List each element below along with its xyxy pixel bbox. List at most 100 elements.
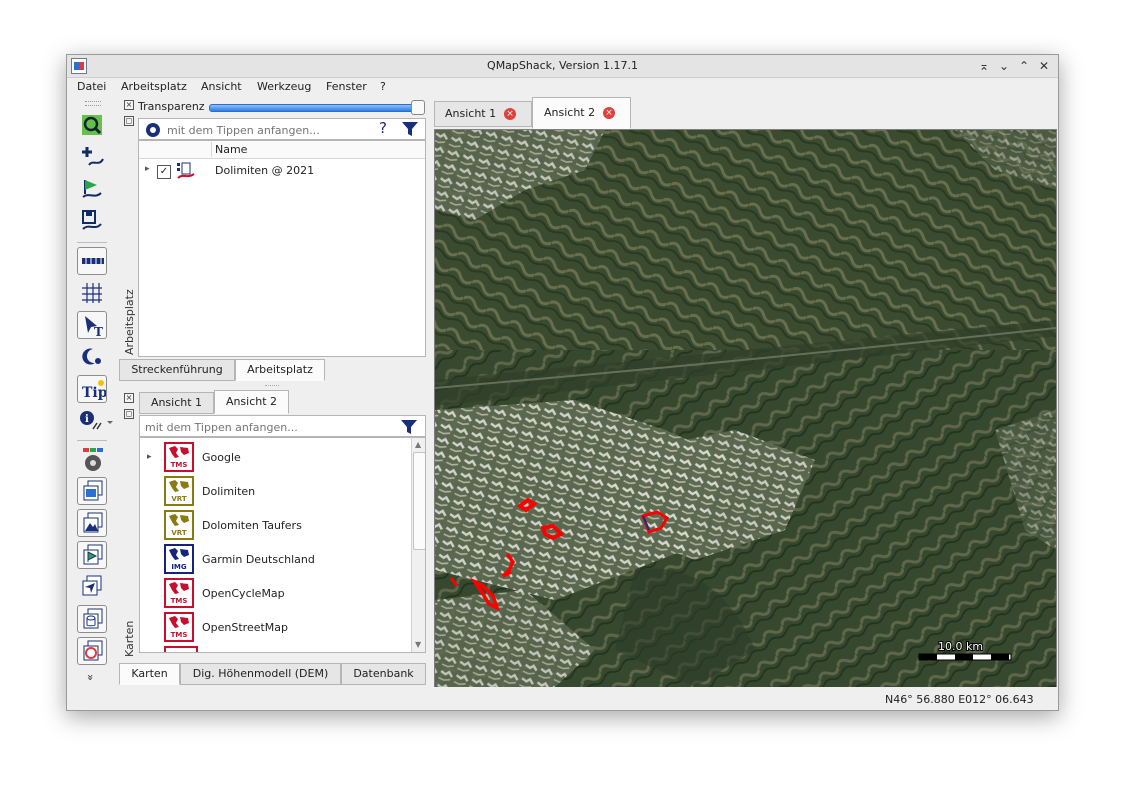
- menu-bar: Datei Arbeitsplatz Ansicht Werkzeug Fens…: [67, 77, 1058, 97]
- tab-datenbank[interactable]: Datenbank: [341, 663, 426, 685]
- expand-arrow-icon[interactable]: ▸: [147, 452, 152, 462]
- minimize-button[interactable]: ⌄: [995, 57, 1013, 75]
- map-label: Google: [202, 451, 241, 464]
- map-type-icon: TMS: [164, 578, 194, 608]
- transparency-slider[interactable]: [209, 104, 423, 112]
- satellite-map[interactable]: 10.0 km: [435, 130, 1056, 687]
- maps-list-scrollbar[interactable]: ▲ ▼: [411, 438, 425, 652]
- tip-icon[interactable]: Tip: [77, 375, 107, 403]
- scale-label: 10.0 km: [938, 640, 983, 653]
- transparency-slider-handle[interactable]: [411, 100, 425, 115]
- scrollbar-thumb[interactable]: [413, 452, 425, 550]
- menu-help[interactable]: ?: [380, 80, 386, 93]
- toolbar-more-button[interactable]: »: [84, 674, 97, 681]
- map-tab-label: Ansicht 2: [544, 106, 596, 119]
- svg-text:Tip: Tip: [82, 385, 106, 401]
- save-track-icon[interactable]: [77, 207, 107, 235]
- list-item[interactable]: TMS OpenStreetMap: [140, 610, 410, 644]
- menu-arbeitsplatz[interactable]: Arbeitsplatz: [121, 80, 187, 93]
- help-icon[interactable]: ?: [379, 119, 387, 137]
- maps-tab-ansicht-2[interactable]: Ansicht 2: [214, 390, 289, 414]
- maps-search: [139, 415, 426, 437]
- window-title: QMapShack, Version 1.17.1: [487, 59, 638, 72]
- app-window: QMapShack, Version 1.17.1 ⌅ ⌄ ⌃ ✕ Datei …: [66, 54, 1059, 711]
- search-icon[interactable]: [77, 111, 107, 139]
- tool-bar: T Tip i »: [67, 97, 119, 691]
- expand-arrow-icon[interactable]: ▸: [145, 164, 150, 174]
- list-item[interactable]: VRT Dolimiten: [140, 474, 410, 508]
- tree-checkbox[interactable]: ✓: [157, 165, 171, 179]
- workspace-dock-title: Arbeitsplatz: [123, 289, 136, 355]
- dock-float-icon[interactable]: ◻: [124, 116, 134, 126]
- close-tab-icon[interactable]: ×: [504, 108, 516, 120]
- text-tool-icon[interactable]: T: [77, 311, 107, 339]
- toolbar-grip[interactable]: [85, 101, 101, 106]
- tree-header: Name: [139, 141, 425, 159]
- title-bar: QMapShack, Version 1.17.1 ⌅ ⌄ ⌃ ✕: [67, 55, 1058, 78]
- menu-ansicht[interactable]: Ansicht: [201, 80, 242, 93]
- tree-item-label: Dolimiten @ 2021: [215, 164, 315, 177]
- map-view-icon[interactable]: [77, 477, 107, 505]
- gis-view-icon[interactable]: [77, 637, 107, 665]
- grid-icon[interactable]: [77, 279, 107, 307]
- workspace-search: ?: [138, 118, 426, 140]
- close-tab-icon[interactable]: ×: [603, 107, 615, 119]
- map-label: Dolomiten Taufers: [202, 519, 302, 532]
- map-label: Garmin Deutschland: [202, 553, 315, 566]
- scroll-down-icon[interactable]: ▼: [415, 640, 421, 649]
- database-view-icon[interactable]: [77, 605, 107, 633]
- list-item[interactable]: VRT Dolomiten Taufers: [140, 508, 410, 542]
- tab-arbeitsplatz[interactable]: Arbeitsplatz: [235, 359, 325, 381]
- maximize-button[interactable]: ⌃: [1015, 57, 1033, 75]
- transparency-label: Transparenz: [138, 100, 205, 113]
- map-type-icon: TMS: [164, 442, 194, 472]
- menu-datei[interactable]: Datei: [77, 80, 106, 93]
- info-icon[interactable]: i: [77, 407, 117, 435]
- list-item[interactable]: IMG Garmin Deutschland: [140, 542, 410, 576]
- menu-fenster[interactable]: Fenster: [326, 80, 367, 93]
- tab-streckenfuehrung[interactable]: Streckenführung: [119, 359, 235, 381]
- map-tab-ansicht-1[interactable]: Ansicht 1 ×: [434, 101, 532, 127]
- tab-karten[interactable]: Karten: [119, 663, 180, 685]
- night-mode-icon[interactable]: [77, 343, 107, 371]
- cursor-coordinates: N46° 56.880 E012° 06.643: [885, 693, 1034, 706]
- status-bar: N46° 56.880 E012° 06.643: [67, 687, 1058, 710]
- svg-text:i: i: [85, 414, 89, 425]
- ruler-icon[interactable]: [77, 247, 107, 275]
- tab-dem[interactable]: Dig. Höhenmodell (DEM): [180, 663, 341, 685]
- maps-dock-close-icon[interactable]: ×: [124, 393, 134, 403]
- settings-gear-icon[interactable]: [145, 122, 161, 138]
- map-type-icon: VRT: [164, 510, 194, 540]
- project-icon: [177, 162, 195, 179]
- add-route-icon[interactable]: [77, 175, 107, 203]
- workspace-tree: Name ▸ ✓ Dolimiten @ 2021: [138, 140, 426, 357]
- map-label: OpenStreetMap: [202, 621, 289, 634]
- column-name-header[interactable]: Name: [215, 143, 247, 156]
- maps-list: ▸ TMS Google VRT Dolimiten VRT Dolomiten…: [139, 437, 426, 653]
- menu-werkzeug[interactable]: Werkzeug: [257, 80, 311, 93]
- map-canvas[interactable]: 10.0 km: [434, 129, 1057, 688]
- map-setup-icon[interactable]: [77, 445, 107, 473]
- maps-filter-icon[interactable]: [400, 419, 418, 435]
- filter-icon[interactable]: [401, 121, 419, 137]
- workspace-search-input[interactable]: [165, 121, 369, 139]
- maps-tab-ansicht-1[interactable]: Ansicht 1: [139, 392, 214, 414]
- add-waypoint-icon[interactable]: [77, 143, 107, 171]
- dock-splitter[interactable]: [265, 385, 279, 389]
- list-item[interactable]: TMS OpenCycleMap: [140, 576, 410, 610]
- keep-above-button[interactable]: ⌅: [975, 57, 993, 75]
- scroll-up-icon[interactable]: ▲: [415, 440, 421, 449]
- dem-view-icon[interactable]: [77, 509, 107, 537]
- map-type-icon: VRT: [164, 476, 194, 506]
- map-type-icon: IMG: [164, 544, 194, 574]
- maps-search-input[interactable]: [143, 418, 387, 436]
- close-button[interactable]: ✕: [1035, 57, 1053, 75]
- map-tab-ansicht-2[interactable]: Ansicht 2 ×: [532, 97, 631, 129]
- tree-row[interactable]: ▸ ✓ Dolimiten @ 2021: [139, 161, 425, 181]
- workspace-view-icon[interactable]: [77, 541, 107, 569]
- maps-dock-float-icon[interactable]: ◻: [124, 409, 134, 419]
- dock-close-icon[interactable]: ×: [124, 100, 134, 110]
- map-tab-label: Ansicht 1: [445, 107, 497, 120]
- route-view-icon[interactable]: [77, 573, 107, 601]
- list-item[interactable]: ▸ TMS Google: [140, 440, 410, 474]
